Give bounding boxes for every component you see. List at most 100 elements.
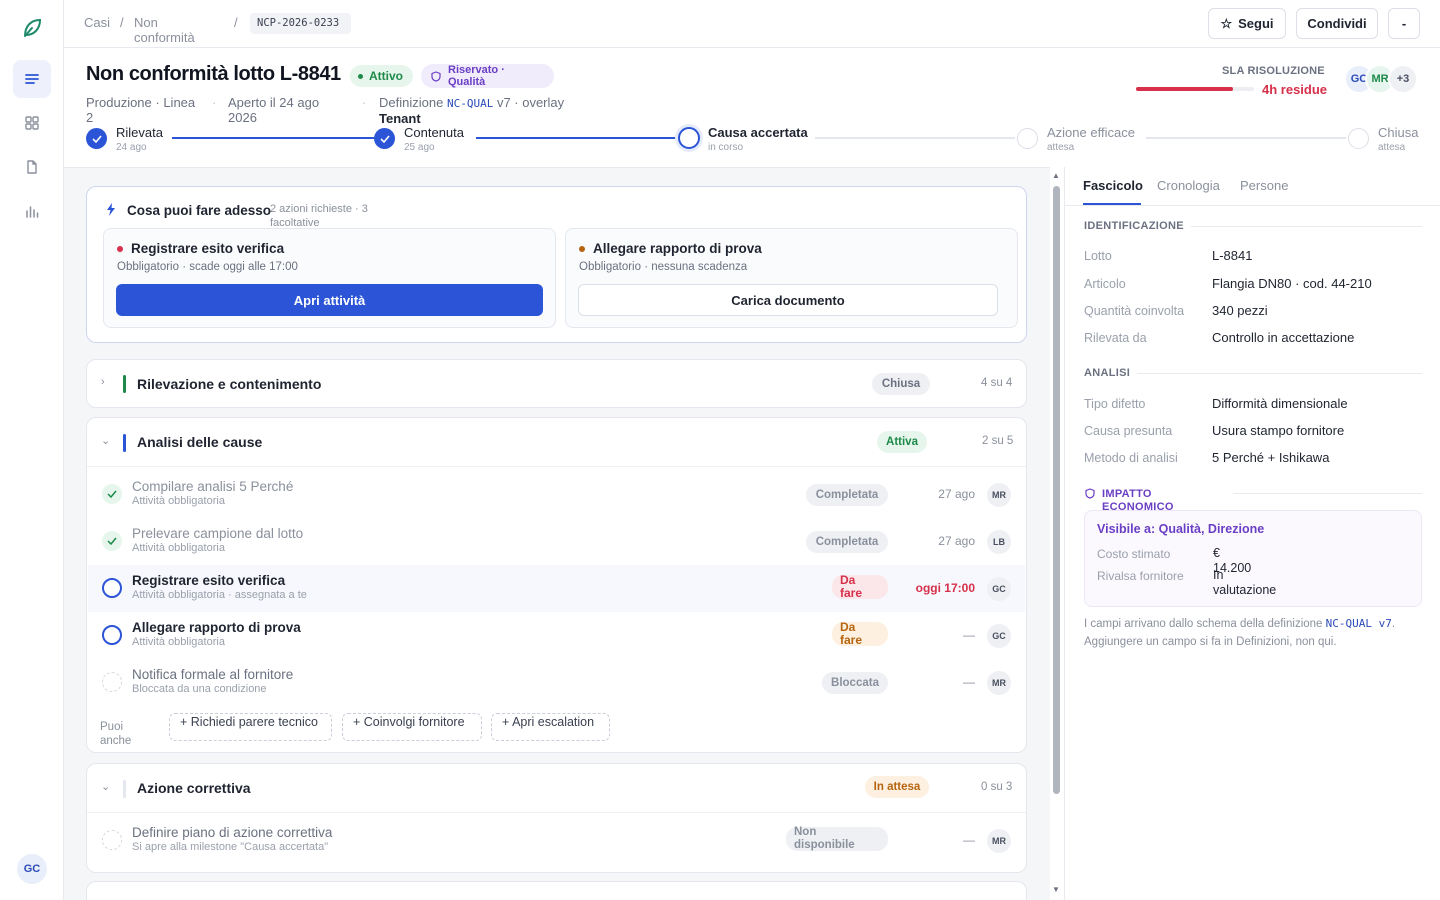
restricted-badge: Riservato · Qualità <box>421 64 554 88</box>
task-row[interactable]: Registrare esito verifica Attività obbli… <box>88 565 1025 612</box>
action-title-text: Allegare rapporto di prova <box>593 241 762 256</box>
task-status-badge: Da fare <box>832 621 888 647</box>
divider <box>1191 226 1422 227</box>
task-name: Definire piano di azione correttiva <box>132 825 333 840</box>
task-desc: Si apre alla milestone "Causa accertata" <box>132 841 329 853</box>
task-name: Prelevare campione dal lotto <box>132 526 304 541</box>
breadcrumb-nonconformity[interactable]: Non conformità <box>134 15 214 45</box>
step-chiusa[interactable]: Chiusa attesa <box>1378 126 1418 155</box>
step-azione-efficace[interactable]: Azione efficace attesa <box>1047 126 1135 155</box>
step-sub: 25 ago <box>404 142 435 153</box>
step-connector <box>1146 137 1346 139</box>
breadcrumb-cases[interactable]: Casi <box>84 15 110 30</box>
share-button[interactable]: Condividi <box>1296 8 1378 39</box>
section-rilevazione[interactable]: › Rilevazione e contenimento Chiusa 4 su… <box>86 359 1027 408</box>
task-row[interactable]: Definire piano di azione correttiva Si a… <box>88 817 1025 864</box>
user-avatar[interactable]: GC <box>17 854 47 884</box>
check-icon[interactable] <box>102 484 122 504</box>
section-count: 4 su 4 <box>981 377 1013 389</box>
task-status-badge: Da fare <box>832 574 888 600</box>
meta-separator: · <box>362 95 367 110</box>
step-sub: in corso <box>708 142 744 153</box>
nav-grid-icon[interactable] <box>13 104 51 142</box>
nav-cases-icon[interactable] <box>13 60 51 98</box>
section-count: 2 su 5 <box>982 435 1014 447</box>
tab-persone[interactable]: Persone <box>1240 178 1288 193</box>
step-label: Causa accertata <box>708 125 808 140</box>
section-title: Rilevazione e contenimento <box>137 376 322 392</box>
visibility-note: Visibile a: Qualità, Direzione <box>1097 522 1265 536</box>
left-rail: GC <box>0 0 64 900</box>
field-label: Lotto <box>1084 249 1112 263</box>
scroll-down-icon[interactable]: ▼ <box>1052 885 1060 894</box>
task-desc: Attività obbligatoria <box>132 542 225 554</box>
group-title-identification: IDENTIFICAZIONE <box>1084 220 1184 232</box>
task-assignee-avatar[interactable]: GC <box>987 624 1011 648</box>
involve-supplier-button[interactable]: + Coinvolgi fornitore <box>342 713 482 741</box>
status-label: Attivo <box>369 69 403 83</box>
section-title: Azione correttiva <box>137 780 251 796</box>
follow-button[interactable]: ☆ Segui <box>1208 8 1286 39</box>
tab-cronologia[interactable]: Cronologia <box>1157 178 1220 193</box>
open-activity-button[interactable]: Apri attività <box>116 284 543 316</box>
step-done-check-icon <box>86 128 107 149</box>
step-causa-accertata[interactable]: Causa accertata in corso <box>708 126 808 155</box>
task-assignee-avatar[interactable]: MR <box>987 671 1011 695</box>
task-checkbox[interactable] <box>102 625 122 645</box>
task-assignee-avatar[interactable]: GC <box>987 577 1011 601</box>
meta-def-code[interactable]: NC-QUAL <box>447 97 493 110</box>
task-row[interactable]: Allegare rapporto di prova Attività obbl… <box>88 612 1025 659</box>
sla-progress-bar <box>1136 87 1254 91</box>
scroll-up-icon[interactable]: ▲ <box>1052 171 1060 180</box>
chevron-right-icon[interactable]: › <box>101 376 105 388</box>
step-rilevata[interactable]: Rilevata 24 ago <box>116 126 163 155</box>
step-label: Chiusa <box>1378 125 1419 140</box>
field-value: 5 Perché + Ishikawa <box>1212 450 1330 465</box>
request-opinion-button[interactable]: + Richiedi parere tecnico <box>169 713 332 741</box>
divider <box>87 812 1026 813</box>
action-card: Registrare esito verifica Obbligatorio ·… <box>103 228 556 328</box>
note-definition-code[interactable]: NC-QUAL v7 <box>1326 617 1392 630</box>
action-sub: Obbligatorio · scade oggi alle 17:00 <box>117 261 298 273</box>
task-assignee-avatar[interactable]: MR <box>987 829 1011 853</box>
lightning-icon <box>107 203 115 216</box>
meta-separator: · <box>212 95 217 110</box>
shield-icon <box>1085 488 1095 499</box>
meta-def-prefix: Definizione <box>379 95 444 110</box>
chevron-down-icon[interactable]: ⌄ <box>101 780 110 793</box>
avatar-more[interactable]: +3 <box>1388 64 1418 94</box>
task-desc: Attività obbligatoria <box>132 636 225 648</box>
section-color-bar <box>123 434 126 452</box>
more-menu-button[interactable]: - <box>1388 8 1420 39</box>
leaf-logo-icon[interactable] <box>20 16 44 40</box>
chevron-down-icon[interactable]: ⌄ <box>101 434 110 447</box>
task-assignee-avatar[interactable]: LB <box>987 530 1011 554</box>
main-content[interactable]: Cosa puoi fare adesso 2 azioni richieste… <box>64 167 1050 900</box>
task-assignee-avatar[interactable]: MR <box>987 483 1011 507</box>
task-checkbox[interactable] <box>102 578 122 598</box>
sla-progress-fill <box>1136 87 1233 91</box>
open-escalation-button[interactable]: + Apri escalation <box>491 713 610 741</box>
task-row[interactable]: Notifica formale al fornitore Bloccata d… <box>88 659 1025 706</box>
next-actions-summary: 2 azioni richieste · 3 facoltative <box>270 203 368 229</box>
required-dot <box>117 245 123 252</box>
task-row[interactable]: Prelevare campione dal lotto Attività ob… <box>88 518 1025 565</box>
status-dot <box>358 73 363 79</box>
step-connector <box>476 137 678 139</box>
task-status-badge: Completata <box>806 531 888 553</box>
nav-document-icon[interactable] <box>13 148 51 186</box>
section-next <box>86 881 1027 900</box>
tab-fascicolo[interactable]: Fascicolo <box>1083 178 1143 193</box>
upload-document-button[interactable]: Carica documento <box>578 284 998 316</box>
check-icon[interactable] <box>102 531 122 551</box>
economic-impact-box: Visibile a: Qualità, Direzione Costo sti… <box>1084 510 1422 607</box>
task-row[interactable]: Compilare analisi 5 Perché Attività obbl… <box>88 471 1025 518</box>
task-due: 27 ago <box>938 534 975 548</box>
nav-chart-icon[interactable] <box>13 192 51 230</box>
blocked-icon <box>102 830 122 850</box>
meta-definition: Definizione NC-QUAL v7 · overlay Tenant <box>379 95 579 126</box>
task-name: Compilare analisi 5 Perché <box>132 479 294 494</box>
scrollbar-thumb[interactable] <box>1053 186 1060 794</box>
action-title-text: Registrare esito verifica <box>131 241 285 256</box>
step-contenuta[interactable]: Contenuta 25 ago <box>404 126 464 155</box>
